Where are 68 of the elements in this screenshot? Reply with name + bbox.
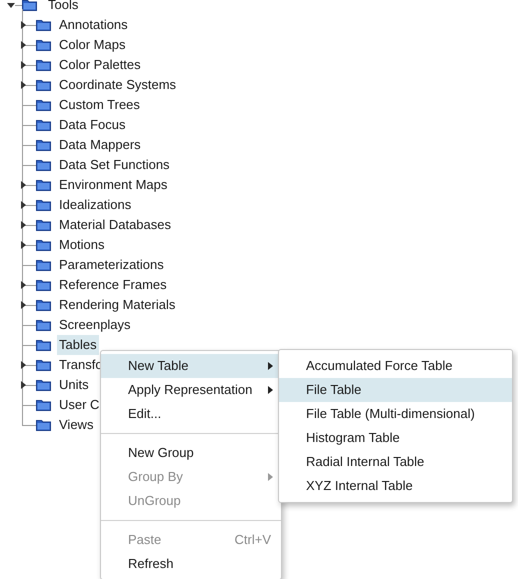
tree-item[interactable]: Rendering Materials	[57, 295, 178, 315]
tree-item[interactable]: Motions	[57, 235, 107, 255]
expand-arrow-icon[interactable]	[20, 81, 28, 89]
menu-item[interactable]: Apply Representation	[101, 378, 281, 402]
tree-item[interactable]: Reference Frames	[57, 275, 169, 295]
expand-arrow-icon[interactable]	[20, 61, 28, 69]
menu-item[interactable]: Histogram Table	[279, 426, 512, 450]
tree-item[interactable]: Parameterizations	[57, 255, 166, 275]
folder-icon	[36, 39, 51, 51]
tree-item[interactable]: Views	[57, 415, 96, 435]
folder-icon	[36, 119, 51, 131]
folder-icon	[36, 419, 51, 431]
menu-item[interactable]: Edit...	[101, 402, 281, 426]
folder-icon	[36, 339, 51, 351]
tree-item[interactable]: User C	[57, 395, 102, 415]
folder-icon	[36, 319, 51, 331]
tree-item[interactable]: Data Focus	[57, 115, 128, 135]
menu-item[interactable]: Accumulated Force Table	[279, 354, 512, 378]
expand-arrow-icon[interactable]	[20, 361, 28, 369]
folder-icon	[36, 359, 51, 371]
folder-icon	[36, 139, 51, 151]
tree-item[interactable]: Data Set Functions	[57, 155, 172, 175]
folder-icon	[36, 279, 51, 291]
folder-icon	[36, 259, 51, 271]
tree-item[interactable]: Tools	[46, 0, 80, 15]
tree-item[interactable]: Tables	[57, 335, 99, 355]
folder-icon	[36, 79, 51, 91]
folder-icon	[36, 159, 51, 171]
folder-icon	[36, 99, 51, 111]
menu-item[interactable]: File Table (Multi-dimensional)	[279, 402, 512, 426]
tree-item[interactable]: Color Maps	[57, 35, 128, 55]
folder-icon	[36, 239, 51, 251]
menu-item[interactable]: File Table	[279, 378, 512, 402]
collapse-arrow-icon[interactable]	[7, 1, 15, 9]
tree-item[interactable]: Custom Trees	[57, 95, 142, 115]
tree-item[interactable]: Idealizations	[57, 195, 134, 215]
expand-arrow-icon[interactable]	[20, 201, 28, 209]
expand-arrow-icon[interactable]	[20, 301, 28, 309]
folder-icon	[36, 219, 51, 231]
expand-arrow-icon[interactable]	[20, 241, 28, 249]
tree-item[interactable]: Environment Maps	[57, 175, 170, 195]
tree-item[interactable]: Annotations	[57, 15, 130, 35]
menu-item[interactable]: New Group	[101, 441, 281, 465]
menu-item[interactable]: Radial Internal Table	[279, 450, 512, 474]
expand-arrow-icon[interactable]	[20, 381, 28, 389]
tree-item[interactable]: Units	[57, 375, 91, 395]
tree-item[interactable]: Color Palettes	[57, 55, 143, 75]
menu-item[interactable]: New Table	[101, 354, 281, 378]
expand-arrow-icon[interactable]	[20, 281, 28, 289]
folder-icon	[36, 299, 51, 311]
folder-icon	[36, 199, 51, 211]
menu-item[interactable]: Refresh	[101, 552, 281, 576]
folder-icon	[36, 179, 51, 191]
tree-item[interactable]: Material Databases	[57, 215, 173, 235]
tree-item[interactable]: Data Mappers	[57, 135, 143, 155]
expand-arrow-icon[interactable]	[20, 181, 28, 189]
folder-icon	[36, 399, 51, 411]
folder-icon	[36, 19, 51, 31]
menu-item[interactable]: XYZ Internal Table	[279, 474, 512, 498]
expand-arrow-icon[interactable]	[20, 21, 28, 29]
shortcut-label: Ctrl+V	[234, 531, 271, 550]
folder-icon	[36, 379, 51, 391]
folder-icon	[36, 59, 51, 71]
expand-arrow-icon[interactable]	[20, 41, 28, 49]
folder-icon	[22, 0, 37, 11]
tree-item[interactable]: Coordinate Systems	[57, 75, 178, 95]
expand-arrow-icon[interactable]	[20, 221, 28, 229]
tree-item[interactable]: Screenplays	[57, 315, 133, 335]
